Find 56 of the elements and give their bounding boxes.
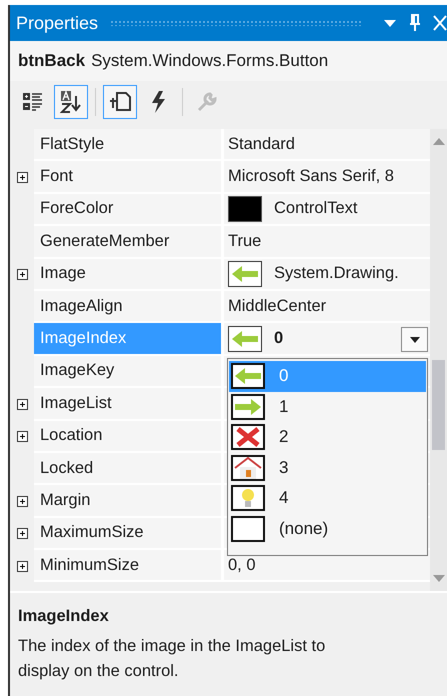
bulb-icon (231, 485, 265, 512)
lightning-icon (150, 90, 166, 114)
property-name[interactable]: GenerateMember (34, 226, 224, 259)
property-name[interactable]: Margin (34, 485, 224, 518)
dropdown-icon[interactable] (383, 18, 397, 28)
property-name[interactable]: ImageAlign (34, 290, 224, 324)
scrollbar[interactable] (430, 129, 447, 591)
property-value: 0, 0 (228, 556, 256, 575)
property-value: 0 (274, 329, 284, 348)
wrench-icon (196, 91, 218, 113)
caret-icon (410, 336, 420, 343)
property-name[interactable]: Font (34, 161, 224, 194)
object-type: System.Windows.Forms.Button (91, 51, 328, 71)
expand-icon[interactable] (16, 560, 28, 572)
property-name[interactable]: Locked (34, 452, 224, 486)
house-icon (231, 454, 265, 481)
dropdown-item[interactable]: (none) (229, 514, 426, 544)
sort-icon (60, 90, 82, 114)
property-name[interactable]: ForeColor (34, 194, 224, 226)
dropdown-button[interactable] (401, 327, 428, 352)
property-name[interactable]: Image (34, 258, 224, 291)
property-name[interactable]: ImageList (34, 388, 224, 421)
property-name[interactable]: FlatStyle (34, 129, 224, 162)
property-name[interactable]: MinimumSize (34, 550, 224, 582)
cross-icon (231, 424, 265, 450)
expand-icon[interactable] (16, 269, 28, 280)
close-icon[interactable] (433, 15, 447, 31)
property-name[interactable]: Location (34, 420, 224, 453)
grouped-list-icon (22, 91, 44, 113)
page-icon (108, 90, 132, 114)
property-name[interactable]: MaximumSize (34, 518, 224, 550)
object-name: btnBack (18, 51, 86, 71)
dropdown-item[interactable]: 3 (229, 452, 426, 483)
description-text: The index of the image in the ImageList to display on the control. (18, 636, 326, 682)
property-value: Standard (228, 134, 295, 154)
expand-icon[interactable] (16, 431, 28, 442)
description-title: ImageIndex (18, 607, 110, 626)
expand-icon[interactable] (16, 172, 28, 184)
property-value: System.Drawing. (274, 264, 399, 284)
property-value: True (228, 232, 262, 251)
dropdown-item[interactable]: 2 (229, 422, 426, 452)
expand-icon[interactable] (16, 398, 28, 410)
expand-icon[interactable] (16, 528, 28, 540)
pin-icon[interactable] (409, 14, 421, 32)
property-value: Microsoft Sans Serif, 8 (228, 167, 394, 186)
property-name[interactable]: ImageKey (34, 356, 224, 388)
expand-icon[interactable] (16, 496, 28, 507)
property-value: MiddleCenter (228, 296, 326, 316)
window-title: Properties (16, 12, 98, 34)
scroll-thumb[interactable] (432, 360, 445, 450)
empty-image-icon (231, 516, 265, 542)
dropdown-item[interactable]: 4 (229, 483, 426, 514)
dropdown-item[interactable]: 1 (229, 392, 426, 422)
property-value: ControlText (274, 199, 358, 218)
alphabetical-button[interactable] (54, 85, 88, 119)
properties-button[interactable] (103, 85, 137, 119)
